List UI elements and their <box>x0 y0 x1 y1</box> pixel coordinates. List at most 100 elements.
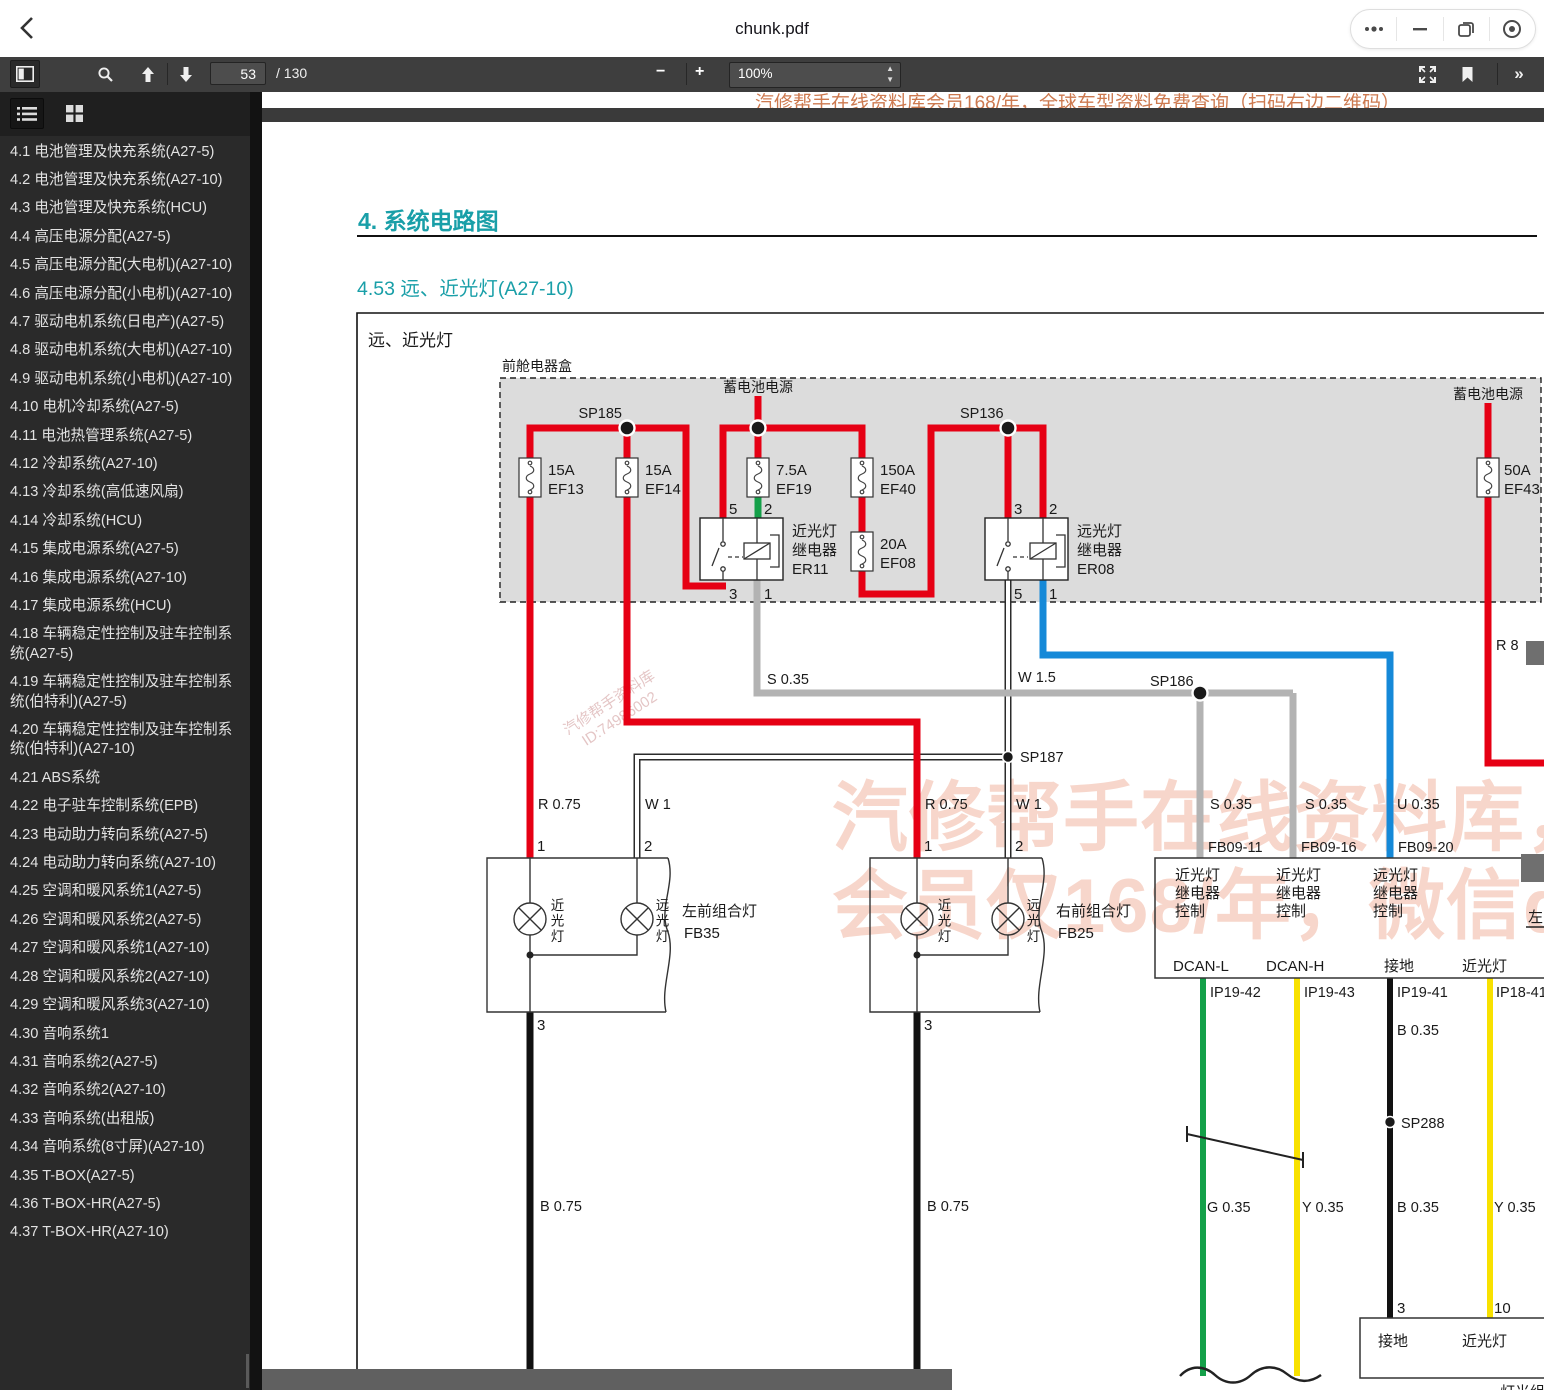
svg-text:Y 0.35: Y 0.35 <box>1494 1200 1536 1216</box>
sidebar-item[interactable]: 4.33 音响系统(出租版) <box>0 1105 250 1133</box>
section-heading: 4. 系统电路图 <box>358 202 499 236</box>
svg-text:ER11: ER11 <box>792 561 828 578</box>
minimize-button[interactable] <box>1397 17 1443 41</box>
sidebar-item[interactable]: 4.21 ABS系统 <box>0 764 250 792</box>
sidebar-item[interactable]: 4.11 电池热管理系统(A27-5) <box>0 422 250 450</box>
sidebar-resizer[interactable] <box>250 92 262 1390</box>
arrow-up-icon <box>140 66 156 83</box>
restore-button[interactable] <box>1444 17 1490 41</box>
sidebar-item[interactable]: 4.16 集成电源系统(A27-10) <box>0 564 250 592</box>
bookmark-icon <box>1461 66 1474 83</box>
svg-text:2: 2 <box>1049 501 1057 518</box>
sidebar-item[interactable]: 4.31 音响系统2(A27-5) <box>0 1048 250 1076</box>
sidebar-item[interactable]: 4.2 电池管理及快充系统(A27-10) <box>0 166 250 194</box>
sidebar-item[interactable]: 4.14 冷却系统(HCU) <box>0 507 250 535</box>
svg-text:DCAN-H: DCAN-H <box>1266 958 1324 975</box>
sidebar: 4.1 电池管理及快充系统(A27-5)4.2 电池管理及快充系统(A27-10… <box>0 92 250 1390</box>
svg-text:R 8: R 8 <box>1496 638 1519 654</box>
control-module-labels: 近光灯 继电器 控制 近光灯 继电器 控制 远光灯 继电器 控制 DCAN-L … <box>1173 867 1543 975</box>
battery-label-2: 蓄电池电源 <box>1453 386 1523 402</box>
window-titlebar: chunk.pdf <box>0 0 1544 57</box>
record-button[interactable] <box>1490 17 1535 41</box>
sidebar-item[interactable]: 4.6 高压电源分配(小电机)(A27-10) <box>0 280 250 308</box>
sidebar-item[interactable]: 4.4 高压电源分配(A27-5) <box>0 223 250 251</box>
sidebar-item[interactable]: 4.27 空调和暖风系统1(A27-10) <box>0 935 250 963</box>
sidebar-item[interactable]: 4.23 电动助力转向系统(A27-5) <box>0 821 250 849</box>
svg-text:远光灯: 远光灯 <box>1077 523 1122 540</box>
sidebar-item[interactable]: 4.20 车辆稳定性控制及驻车控制系统(伯特利)(A27-10) <box>0 717 250 765</box>
sidebar-item[interactable]: 4.34 音响系统(8寸屏)(A27-10) <box>0 1134 250 1162</box>
sidebar-item[interactable]: 4.32 音响系统2(A27-10) <box>0 1077 250 1105</box>
more-tools-button[interactable]: » <box>1504 60 1534 88</box>
svg-text:接地: 接地 <box>1378 1333 1408 1350</box>
sidebar-item[interactable]: 4.37 T-BOX-HR(A27-10) <box>0 1219 250 1247</box>
svg-text:10: 10 <box>1494 1300 1511 1317</box>
svg-text:B 0.35: B 0.35 <box>1397 1023 1439 1039</box>
zoom-level-select[interactable]: 100% ▲▼ <box>729 62 901 88</box>
svg-text:2: 2 <box>644 838 652 855</box>
outline-list-icon <box>17 106 37 122</box>
sidebar-item[interactable]: 4.29 空调和暖风系统3(A27-10) <box>0 992 250 1020</box>
sidebar-item[interactable]: 4.5 高压电源分配(大电机)(A27-10) <box>0 252 250 280</box>
svg-text:FB09-16: FB09-16 <box>1301 840 1357 856</box>
sidebar-item[interactable]: 4.28 空调和暖风系统2(A27-10) <box>0 963 250 991</box>
sidebar-item[interactable]: 4.36 T-BOX-HR(A27-5) <box>0 1190 250 1218</box>
svg-text:1: 1 <box>537 838 545 855</box>
sidebar-item[interactable]: 4.22 电子驻车控制系统(EPB) <box>0 793 250 821</box>
sidebar-item[interactable]: 4.7 驱动电机系统(日电产)(A27-5) <box>0 308 250 336</box>
bookmark-button[interactable] <box>1452 60 1482 88</box>
svg-text:近光灯: 近光灯 <box>1276 867 1321 884</box>
svg-text:B 0.75: B 0.75 <box>927 1199 969 1215</box>
ebox-label: 前舱电器盒 <box>502 358 572 374</box>
sidebar-item[interactable]: 4.15 集成电源系统(A27-5) <box>0 536 250 564</box>
sidebar-item[interactable]: 4.17 集成电源系统(HCU) <box>0 593 250 621</box>
sidebar-item[interactable]: 4.25 空调和暖风系统1(A27-5) <box>0 878 250 906</box>
next-page-button[interactable] <box>171 60 201 88</box>
sidebar-item[interactable]: 4.30 音响系统1 <box>0 1020 250 1048</box>
more-menu-button[interactable] <box>1351 17 1397 41</box>
sidebar-item[interactable]: 4.35 T-BOX(A27-5) <box>0 1162 250 1190</box>
sidebar-item[interactable]: 4.1 电池管理及快充系统(A27-5) <box>0 138 250 166</box>
sidebar-item[interactable]: 4.3 电池管理及快充系统(HCU) <box>0 195 250 223</box>
sidebar-toggle-button[interactable] <box>10 60 40 88</box>
outline-view-button[interactable] <box>10 98 44 129</box>
watermark-top: 汽修帮手在线资料库会员168/年，全球车型资料免费查询（扫码右边二维码） <box>755 93 1544 108</box>
sidebar-item[interactable]: 4.13 冷却系统(高低速风扇) <box>0 479 250 507</box>
svg-text:远光灯: 远光灯 <box>654 898 670 945</box>
toc-list[interactable]: 4.1 电池管理及快充系统(A27-5)4.2 电池管理及快充系统(A27-10… <box>0 138 250 1390</box>
sidebar-item[interactable]: 4.24 电动助力转向系统(A27-10) <box>0 850 250 878</box>
svg-text:EF13: EF13 <box>548 481 584 498</box>
sidebar-item[interactable]: 4.8 驱动电机系统(大电机)(A27-10) <box>0 337 250 365</box>
page-number-input[interactable] <box>210 62 266 85</box>
sidebar-item[interactable]: 4.26 空调和暖风系统2(A27-5) <box>0 906 250 934</box>
previous-page-button[interactable] <box>133 60 163 88</box>
thumbnails-view-button[interactable] <box>57 98 91 129</box>
svg-text:S 0.35: S 0.35 <box>1305 797 1347 813</box>
sidebar-item[interactable]: 4.18 车辆稳定性控制及驻车控制系统(A27-5) <box>0 621 250 669</box>
bottom-gray-bar <box>262 1369 952 1390</box>
search-button[interactable] <box>90 60 120 88</box>
sidebar-item[interactable]: 4.19 车辆稳定性控制及驻车控制系统(伯特利)(A27-5) <box>0 669 250 717</box>
svg-text:15A: 15A <box>645 462 672 479</box>
ellipsis-icon <box>1363 25 1385 33</box>
svg-text:IP19-42: IP19-42 <box>1210 985 1261 1001</box>
sidebar-item[interactable]: 4.12 冷却系统(A27-10) <box>0 450 250 478</box>
svg-text:1: 1 <box>924 838 932 855</box>
svg-text:3: 3 <box>924 1017 932 1034</box>
svg-text:50A: 50A <box>1504 462 1531 479</box>
svg-text:S 0.35: S 0.35 <box>1210 797 1252 813</box>
zoom-in-button[interactable]: + <box>695 63 704 81</box>
restore-icon <box>1457 20 1475 38</box>
svg-text:1: 1 <box>1049 586 1057 603</box>
svg-text:3: 3 <box>537 1017 545 1034</box>
svg-text:远光灯: 远光灯 <box>1025 898 1041 945</box>
svg-text:7.5A: 7.5A <box>776 462 807 479</box>
svg-text:Y 0.35: Y 0.35 <box>1302 1200 1344 1216</box>
svg-text:继电器: 继电器 <box>1276 885 1321 902</box>
svg-text:左: 左 <box>1528 909 1543 926</box>
sidebar-item[interactable]: 4.9 驱动电机系统(小电机)(A27-10) <box>0 365 250 393</box>
fullscreen-button[interactable] <box>1412 60 1442 88</box>
zoom-out-button[interactable]: − <box>656 63 665 81</box>
sidebar-item[interactable]: 4.10 电机冷却系统(A27-5) <box>0 394 250 422</box>
sidebar-scrollbar[interactable] <box>246 1354 249 1388</box>
